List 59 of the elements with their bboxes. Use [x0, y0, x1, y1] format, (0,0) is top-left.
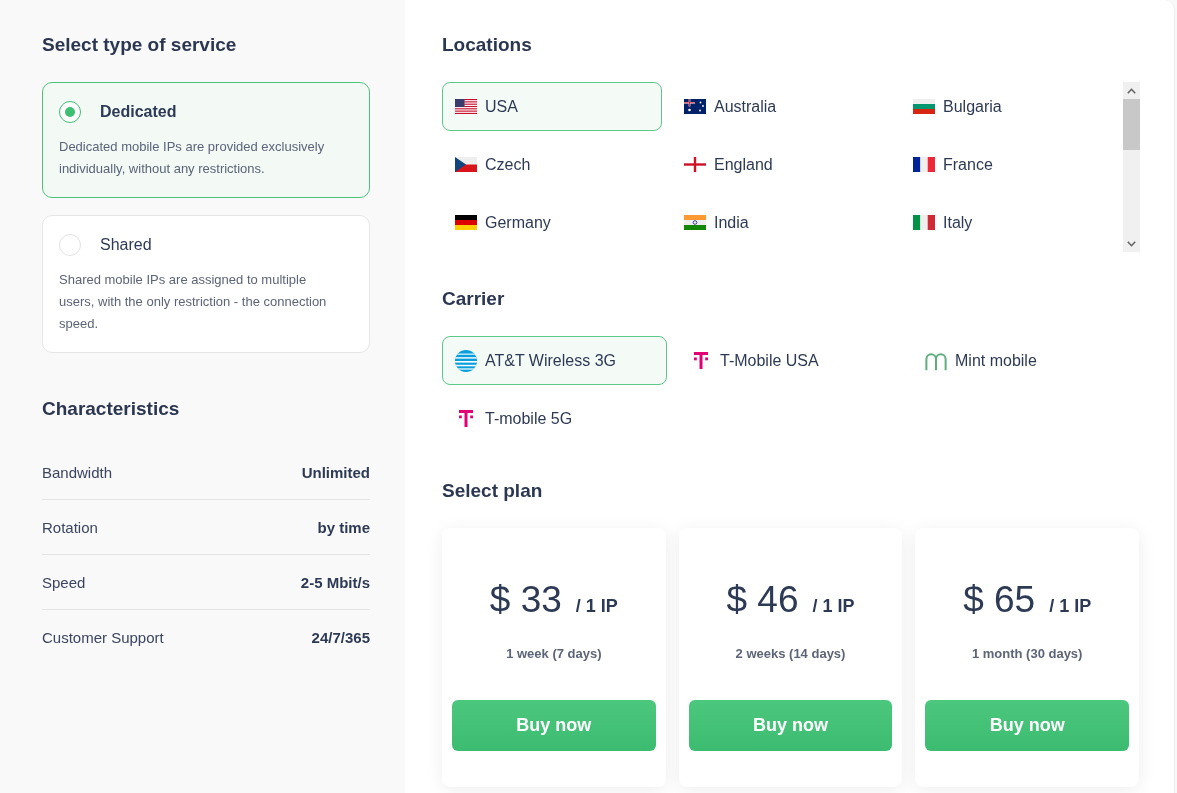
caret-up-icon[interactable] [1127, 88, 1136, 94]
scrollbar-thumb[interactable] [1123, 99, 1140, 150]
flag-icon [684, 99, 706, 114]
characteristic-value: 2-5 Mbit/s [300, 573, 370, 591]
service-option-card[interactable]: Dedicated Dedicated mobile IPs are provided exclusively individually, without any restrictions. [42, 82, 370, 198]
location-option[interactable]: England [671, 140, 891, 189]
price-unit: / 1 IP [812, 596, 855, 617]
flag-icon [684, 157, 706, 172]
flag-icon [913, 157, 935, 172]
section-heading: Carrier [442, 287, 506, 311]
plan-duration: 1 month (30 days) [971, 645, 1083, 663]
flag-icon [913, 215, 935, 230]
carrier-option[interactable]: T-Mobile USA [677, 336, 902, 385]
letter-t-icon [459, 410, 473, 427]
option-description: Shared mobile IPs are assigned to multiple users, with the only restriction - the connection speed. [59, 271, 328, 333]
location-option[interactable]: Czech [442, 140, 662, 189]
characteristic-value: Unlimited [301, 463, 370, 481]
location-option[interactable]: France [900, 140, 1120, 189]
location-option[interactable]: India [671, 198, 891, 247]
carrier-option[interactable]: Mint mobile [912, 336, 1137, 385]
price-unit: / 1 IP [1049, 596, 1092, 617]
plan-duration: 1 week (7 days) [506, 645, 602, 663]
plan-price: $ 46 [726, 578, 799, 622]
characteristic-label: Speed [42, 573, 86, 591]
section-heading: Select plan [442, 479, 544, 503]
flag-icon [913, 99, 935, 114]
location-option[interactable]: Germany [442, 198, 662, 247]
radio-button[interactable] [59, 101, 81, 123]
caret-down-icon[interactable] [1127, 241, 1136, 247]
characteristic-label: Bandwidth [42, 463, 113, 481]
location-option[interactable]: USA [442, 82, 662, 131]
characteristic-value: 24/7/365 [311, 628, 370, 646]
section-heading: Locations [442, 33, 533, 57]
section-heading: Characteristics [42, 397, 181, 421]
service-option-card[interactable]: Shared Shared mobile IPs are assigned to multiple users, with the only restriction - the connection speed. [42, 215, 370, 353]
location-option[interactable]: Australia [671, 82, 891, 131]
characteristic-label: Rotation [42, 518, 98, 536]
striped-globe-icon [455, 349, 477, 372]
plan-duration: 2 weeks (14 days) [735, 645, 846, 663]
plan-price: $ 65 [963, 578, 1036, 622]
carrier-option[interactable]: AT&T Wireless 3G [442, 336, 667, 385]
letter-m-icon [925, 350, 947, 371]
flag-icon [455, 157, 477, 172]
option-description: Dedicated mobile IPs are provided exclusively individually, without any restrictions. [59, 138, 326, 178]
location-option[interactable]: Italy [900, 198, 1120, 247]
scrollbar[interactable] [1123, 82, 1140, 252]
plan-price: $ 33 [489, 578, 562, 622]
characteristic-label: Customer Support [42, 628, 164, 646]
flag-icon [455, 99, 477, 114]
flag-icon [455, 215, 477, 230]
characteristic-value: by time [317, 518, 370, 536]
flag-icon [684, 215, 706, 230]
location-option[interactable]: Bulgaria [900, 82, 1120, 131]
option-title: Shared [100, 236, 152, 254]
option-title: Dedicated [100, 103, 177, 121]
letter-t-icon [694, 352, 708, 369]
price-unit: / 1 IP [575, 596, 618, 617]
section-heading: Select type of service [42, 33, 238, 57]
carrier-option[interactable]: T-mobile 5G [442, 394, 667, 443]
